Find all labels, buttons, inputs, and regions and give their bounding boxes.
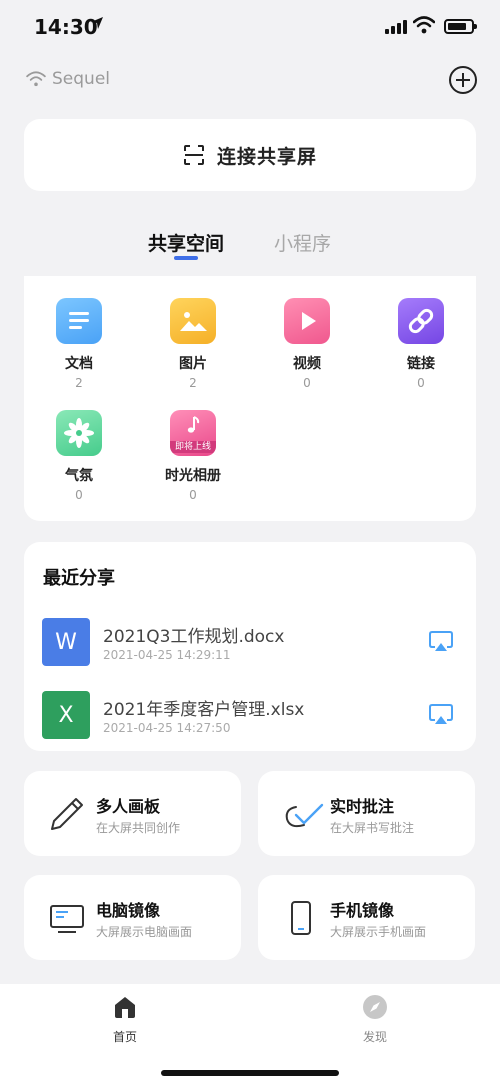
space-item-count: 0 <box>417 376 425 390</box>
space-item-documents[interactable]: 文档 2 <box>24 298 134 390</box>
add-button[interactable] <box>449 66 477 94</box>
document-icon <box>56 298 102 344</box>
location-arrow-icon <box>91 17 103 29</box>
home-indicator <box>161 1070 339 1076</box>
space-item-label: 文档 <box>65 356 93 372</box>
tabbar-item-home[interactable]: 首页 <box>95 994 155 1045</box>
shared-space-panel: 文档 2 图片 2 视频 0 链接 0 气氛 0 即将上线 时光相册 0 <box>24 276 476 521</box>
tab-mini-programs[interactable]: 小程序 <box>274 229 331 256</box>
feature-title: 手机镜像 <box>330 901 395 920</box>
connect-share-screen-button[interactable]: 连接共享屏 <box>24 119 476 191</box>
atmosphere-icon <box>56 410 102 456</box>
file-name: 2021年季度客户管理.xlsx <box>103 700 305 720</box>
tabbar-label: 发现 <box>362 1030 387 1044</box>
tabbar-label: 首页 <box>112 1030 137 1044</box>
status-time: 14:30 <box>34 15 98 39</box>
file-date: 2021-04-25 14:27:50 <box>103 721 231 735</box>
feature-title: 实时批注 <box>330 797 395 816</box>
wifi-icon <box>26 71 46 87</box>
tab-shared-space[interactable]: 共享空间 <box>148 229 224 256</box>
feature-subtitle: 大屏展示手机画面 <box>330 925 427 939</box>
image-icon <box>170 298 216 344</box>
recent-file-row[interactable]: W 2021Q3工作规划.docx 2021-04-25 14:29:11 <box>42 618 462 668</box>
feature-subtitle: 在大屏共同创作 <box>96 821 181 835</box>
feature-whiteboard-card[interactable]: 多人画板 在大屏共同创作 <box>24 771 241 856</box>
space-item-count: 0 <box>189 488 197 502</box>
tab-active-indicator <box>174 256 198 260</box>
feature-title: 多人画板 <box>96 797 161 816</box>
space-item-images[interactable]: 图片 2 <box>138 298 248 390</box>
coming-soon-badge: 即将上线 <box>170 441 216 453</box>
tabbar-item-discover[interactable]: 发现 <box>345 994 405 1045</box>
space-item-count: 2 <box>189 376 197 390</box>
recent-file-row[interactable]: X 2021年季度客户管理.xlsx 2021-04-25 14:27:50 <box>42 691 462 741</box>
space-item-label: 视频 <box>293 356 321 372</box>
space-item-atmosphere[interactable]: 气氛 0 <box>24 410 134 502</box>
feature-phone-mirror-card[interactable]: 手机镜像 大屏展示手机画面 <box>258 875 475 960</box>
recent-shares-panel: 最近分享 W 2021Q3工作规划.docx 2021-04-25 14:29:… <box>24 542 476 751</box>
recent-title: 最近分享 <box>43 568 115 589</box>
network-indicator: Sequel <box>26 69 110 89</box>
annotate-check-icon <box>285 803 324 828</box>
space-item-links[interactable]: 链接 0 <box>366 298 476 390</box>
space-item-count: 0 <box>303 376 311 390</box>
monitor-icon <box>50 905 84 933</box>
space-item-label: 图片 <box>179 356 207 372</box>
space-item-label: 链接 <box>407 356 435 372</box>
file-name: 2021Q3工作规划.docx <box>103 627 285 647</box>
network-name: Sequel <box>52 69 110 89</box>
space-item-label: 时光相册 <box>165 468 221 484</box>
space-item-count: 0 <box>75 488 83 502</box>
cellular-signal-icon <box>385 20 407 34</box>
space-item-count: 2 <box>75 376 83 390</box>
feature-subtitle: 大屏展示电脑画面 <box>96 925 193 939</box>
space-item-videos[interactable]: 视频 0 <box>252 298 362 390</box>
home-icon <box>115 997 135 1018</box>
file-date: 2021-04-25 14:29:11 <box>103 648 231 662</box>
music-album-icon: 即将上线 <box>170 410 216 456</box>
compass-icon <box>363 995 387 1019</box>
wifi-icon <box>413 16 435 34</box>
scan-icon <box>183 145 204 165</box>
word-file-icon: W <box>42 618 90 666</box>
cast-screen-icon[interactable] <box>428 703 454 727</box>
phone-icon <box>291 901 311 935</box>
connect-label: 连接共享屏 <box>216 145 317 168</box>
feature-subtitle: 在大屏书写批注 <box>330 821 415 835</box>
video-icon <box>284 298 330 344</box>
link-icon <box>398 298 444 344</box>
feature-pc-mirror-card[interactable]: 电脑镜像 大屏展示电脑画面 <box>24 875 241 960</box>
space-item-label: 气氛 <box>65 468 93 484</box>
excel-file-icon: X <box>42 691 90 739</box>
feature-title: 电脑镜像 <box>96 901 161 920</box>
status-bar: 14:30 <box>0 0 500 56</box>
cast-screen-icon[interactable] <box>428 630 454 654</box>
space-item-time-album[interactable]: 即将上线 时光相册 0 <box>138 410 248 502</box>
pencil-icon <box>51 798 83 830</box>
feature-annotation-card[interactable]: 实时批注 在大屏书写批注 <box>258 771 475 856</box>
battery-icon <box>444 19 477 34</box>
